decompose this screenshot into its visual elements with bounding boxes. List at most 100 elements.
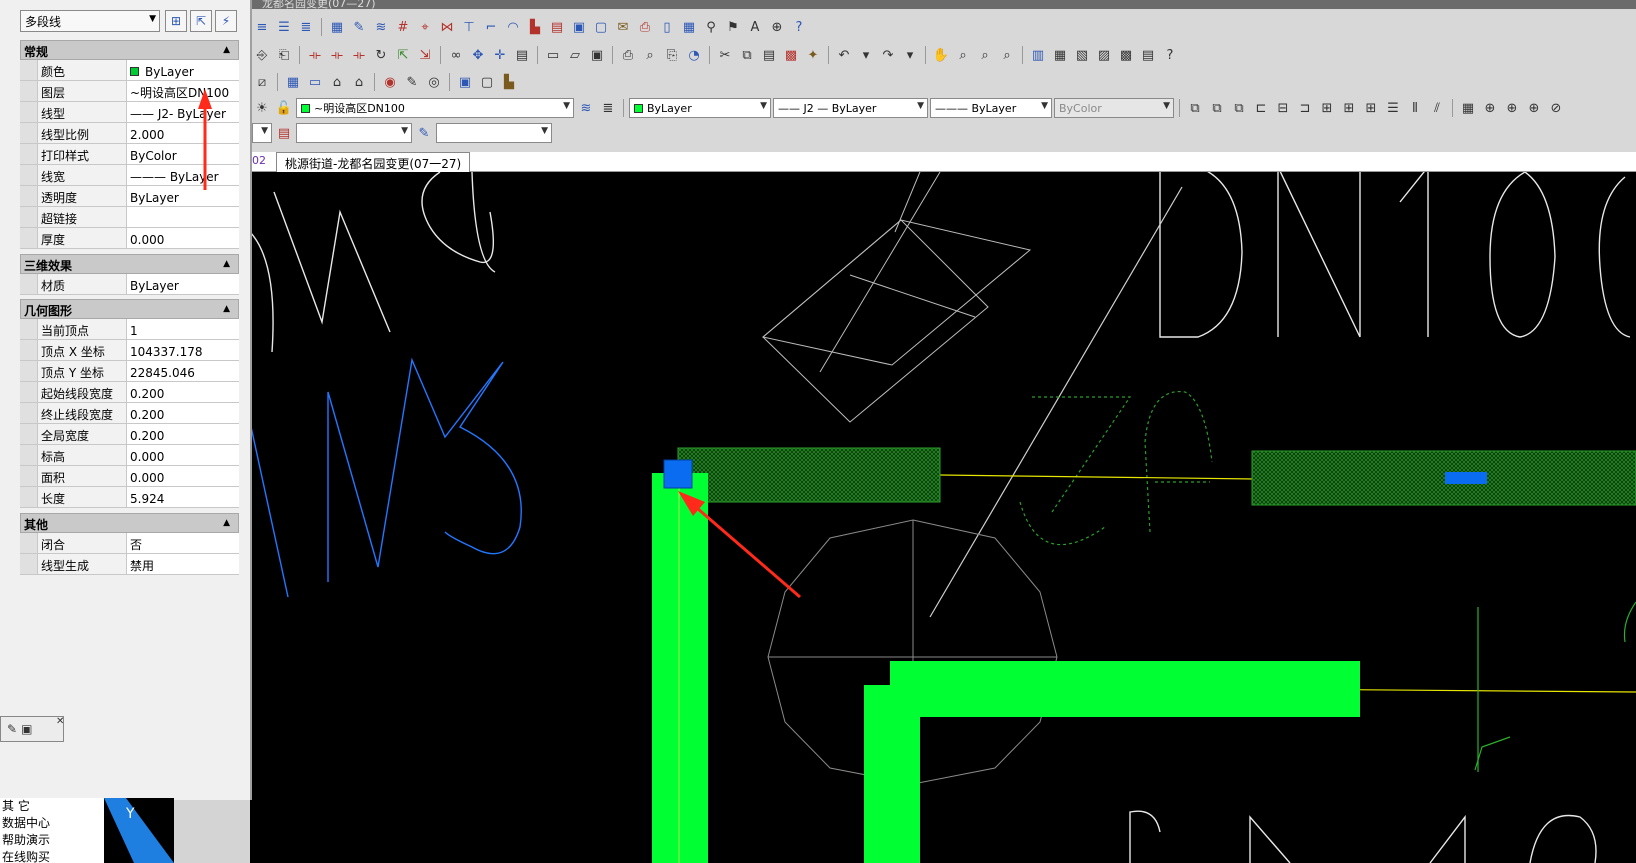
- view-cube-icon[interactable]: ▦: [1458, 98, 1478, 118]
- zoom-window-icon[interactable]: ⌕: [975, 45, 995, 65]
- dim-icon[interactable]: ⟛: [305, 45, 325, 65]
- chart-bar-icon[interactable]: ▙: [499, 72, 519, 92]
- markup-icon[interactable]: ▩: [1116, 45, 1136, 65]
- small-dropdown[interactable]: ▼: [252, 123, 272, 143]
- building-icon[interactable]: ⌂: [349, 72, 369, 92]
- window-icon[interactable]: ▢: [591, 17, 611, 37]
- green-polyline-horizontal[interactable]: [890, 661, 1360, 717]
- flag-icon[interactable]: ⚑: [723, 17, 743, 37]
- dim-3-icon[interactable]: ⟛: [349, 45, 369, 65]
- text-style-icon[interactable]: ▤: [274, 123, 294, 143]
- prop-row[interactable]: 闭合否: [20, 533, 239, 554]
- redo-dropdown-icon[interactable]: ▾: [900, 45, 920, 65]
- menu-item-help-demo[interactable]: 帮助演示: [0, 832, 104, 849]
- no-entry-icon[interactable]: ⊘: [1546, 98, 1566, 118]
- draworder-back-icon[interactable]: ⧉: [1207, 98, 1227, 118]
- prop-value[interactable]: 0.200: [127, 382, 239, 402]
- properties-icon[interactable]: ▥: [1028, 45, 1048, 65]
- prop-row[interactable]: 顶点 Y 坐标 22845.046: [20, 361, 239, 382]
- zoom-previous-icon[interactable]: ⌕: [997, 45, 1017, 65]
- globe-add-icon[interactable]: ⊕: [1502, 98, 1522, 118]
- layout-icon[interactable]: ▣: [455, 72, 475, 92]
- move-icon[interactable]: ✥: [468, 45, 488, 65]
- publish-icon[interactable]: ⎘: [662, 45, 682, 65]
- tee-icon[interactable]: ⊤: [459, 17, 479, 37]
- lock-icon[interactable]: 🔓: [274, 98, 294, 118]
- prop-value[interactable]: 禁用: [127, 554, 239, 574]
- help-2-icon[interactable]: ?: [1160, 45, 1180, 65]
- sheet-set-icon[interactable]: ▨: [1094, 45, 1114, 65]
- make-current-layer-icon[interactable]: ≋: [576, 98, 596, 118]
- tab-active-drawing[interactable]: 桃源街道-龙都名园变更(07一27): [276, 152, 471, 172]
- align-center-icon[interactable]: ⊟: [1273, 98, 1293, 118]
- paste-icon[interactable]: ▤: [759, 45, 779, 65]
- prop-value[interactable]: 0.200: [127, 424, 239, 444]
- help-icon[interactable]: ?: [789, 17, 809, 37]
- prop-value[interactable]: 104337.178: [127, 340, 239, 360]
- quick-select-icon[interactable]: ⚡: [215, 10, 237, 32]
- prop-value[interactable]: ByColor: [127, 144, 239, 164]
- undo-icon[interactable]: ↶: [834, 45, 854, 65]
- color-dropdown[interactable]: ByLayer ▼: [629, 98, 771, 118]
- prop-value[interactable]: 0.000: [127, 228, 239, 248]
- prop-value[interactable]: 否: [127, 533, 239, 553]
- abc-icon[interactable]: ✎: [7, 722, 17, 736]
- draworder-above-icon[interactable]: ⧉: [1229, 98, 1249, 118]
- viewport-icon[interactable]: ▢: [477, 72, 497, 92]
- dim-style-dropdown[interactable]: ▼: [436, 123, 552, 143]
- table-insert-icon[interactable]: ▦: [283, 72, 303, 92]
- insert-icon[interactable]: ⎆: [252, 45, 272, 65]
- brush-icon[interactable]: ✦: [803, 45, 823, 65]
- prop-value[interactable]: [127, 207, 239, 227]
- link-icon[interactable]: ∞: [446, 45, 466, 65]
- list-icon[interactable]: ☰: [1383, 98, 1403, 118]
- selection-grip[interactable]: [663, 459, 693, 489]
- prop-value[interactable]: ——— ByLayer: [127, 165, 239, 185]
- design-center-icon[interactable]: ▦: [1050, 45, 1070, 65]
- prop-row[interactable]: 终止线段宽度 0.200: [20, 403, 239, 424]
- layers-icon[interactable]: ≡: [252, 17, 272, 37]
- prop-value[interactable]: ByLayer: [127, 60, 239, 80]
- compass-icon[interactable]: ⚲: [701, 17, 721, 37]
- hatch-icon[interactable]: ⧄: [252, 72, 272, 92]
- prop-row[interactable]: 当前顶点 1: [20, 319, 239, 340]
- valve-icon[interactable]: ⋈: [437, 17, 457, 37]
- web-icon[interactable]: ◔: [684, 45, 704, 65]
- layer-merge-icon[interactable]: ≣: [296, 17, 316, 37]
- prop-row[interactable]: 线型生成 禁用: [20, 554, 239, 575]
- scale-icon[interactable]: ⇱: [393, 45, 413, 65]
- menu-item-buy-online[interactable]: 在线购买: [0, 849, 104, 863]
- edit-icon[interactable]: ✎: [349, 17, 369, 37]
- bars-icon[interactable]: ⦀: [1405, 98, 1425, 118]
- menu-item-data-center[interactable]: 数据中心: [0, 815, 104, 832]
- layer-dropdown[interactable]: ~明设高区DN100 ▼: [296, 98, 574, 118]
- grid-icon[interactable]: #: [393, 17, 413, 37]
- sun-icon[interactable]: ☀: [252, 98, 272, 118]
- pipe-node-icon[interactable]: ⌖: [415, 17, 435, 37]
- eye-icon[interactable]: ◎: [424, 72, 444, 92]
- green-polyline-vertical-left[interactable]: [652, 473, 708, 863]
- stretch-icon[interactable]: ⇲: [415, 45, 435, 65]
- prop-value[interactable]: 1: [127, 319, 239, 339]
- toggle-pickadd-icon[interactable]: ⊞: [165, 10, 187, 32]
- prop-value[interactable]: ~明设高区DN100: [127, 81, 239, 101]
- new-file-icon[interactable]: ▭: [543, 45, 563, 65]
- prop-value[interactable]: 0.200: [127, 403, 239, 423]
- chart-icon[interactable]: ▙: [525, 17, 545, 37]
- dim-style-icon[interactable]: ✎: [414, 123, 434, 143]
- rotate-icon[interactable]: ↻: [371, 45, 391, 65]
- book-icon[interactable]: ▯: [657, 17, 677, 37]
- prop-value[interactable]: 5.924: [127, 487, 239, 507]
- section-header[interactable]: 三维效果 ▲: [20, 254, 239, 274]
- prop-row[interactable]: 材质 ByLayer: [20, 274, 239, 295]
- draworder-front-icon[interactable]: ⧉: [1185, 98, 1205, 118]
- block-icon[interactable]: ▦: [327, 17, 347, 37]
- prop-row[interactable]: 厚度 0.000: [20, 228, 239, 249]
- globe-edit-icon[interactable]: ⊕: [1524, 98, 1544, 118]
- print-icon[interactable]: ⎙: [618, 45, 638, 65]
- save-icon[interactable]: ▣: [587, 45, 607, 65]
- distribute-3-icon[interactable]: ⊞: [1361, 98, 1381, 118]
- prop-value[interactable]: ByLayer: [127, 274, 239, 294]
- section-header[interactable]: 其他 ▲: [20, 513, 239, 533]
- prop-row[interactable]: 颜色 ByLayer: [20, 60, 239, 81]
